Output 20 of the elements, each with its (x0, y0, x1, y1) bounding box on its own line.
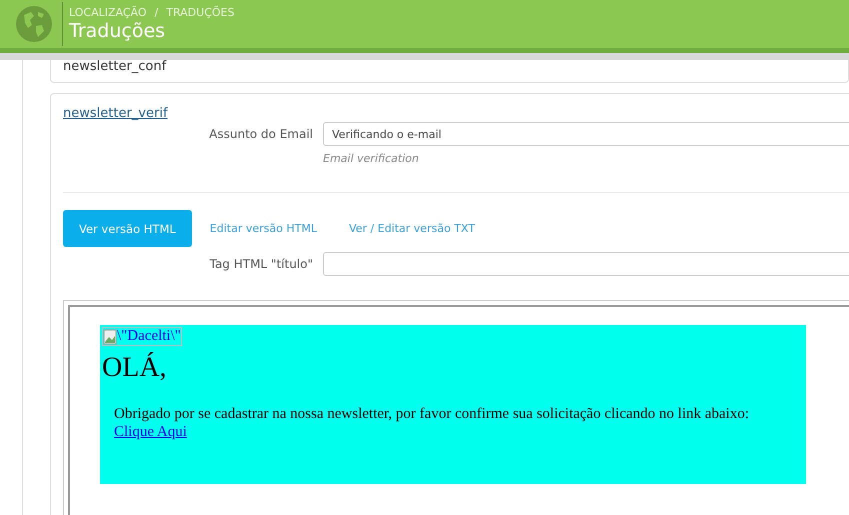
field-hint: Email verification (323, 152, 420, 165)
broken-image-link[interactable]: \"Dacelti\" (102, 327, 182, 346)
breadcrumb-separator: / (154, 6, 158, 18)
tab[interactable]: Editar versão HTML (194, 210, 333, 247)
tab[interactable]: Ver versão HTML (63, 210, 192, 247)
greeting-heading: OLÁ, (102, 352, 168, 384)
key-link[interactable]: newsletter_verif (63, 106, 168, 121)
input-field[interactable] (323, 252, 849, 276)
page-title: Traduções (69, 18, 166, 42)
breadcrumb-link[interactable]: LOCALIZAÇÃO (69, 6, 147, 18)
tab[interactable]: Ver / Editar versão TXT (332, 210, 491, 247)
field-label: Assunto do Email (208, 127, 314, 141)
message-text: Obrigado por se cadastrar na nossa newsletter, por favor confirme sua solicitação clicando no link abaixo: (113, 406, 750, 422)
field-label: Tag HTML "título" (208, 257, 314, 271)
translation-card: newsletter_conf (50, 60, 849, 83)
breadcrumb-link[interactable]: TRADUÇÕES (166, 6, 234, 18)
broken-image-icon (103, 328, 117, 344)
confirm-link[interactable]: Clique Aqui (114, 424, 187, 440)
input-field[interactable]: Verificando o e-mail (323, 122, 849, 146)
globe-icon (16, 6, 52, 42)
